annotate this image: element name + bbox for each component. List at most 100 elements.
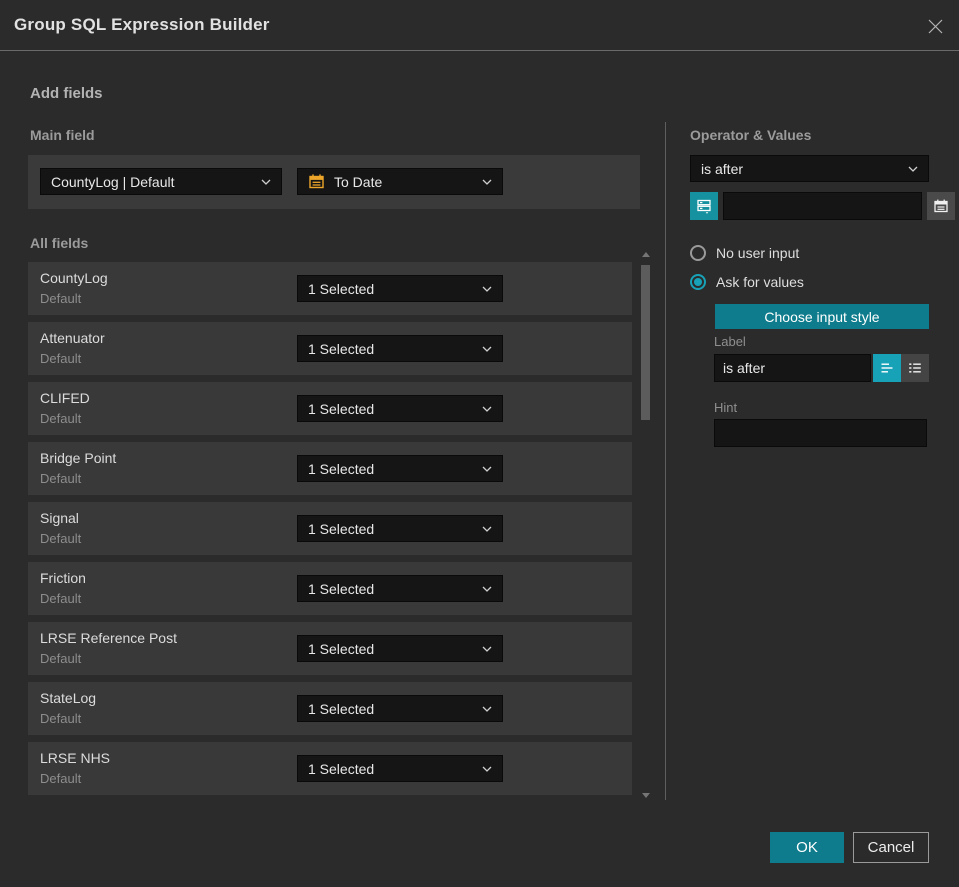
label-input-row xyxy=(714,354,929,382)
chevron-down-icon xyxy=(482,346,492,352)
field-selection-dropdown[interactable]: 1 Selected xyxy=(297,515,503,542)
field-subtitle: Default xyxy=(40,711,82,726)
field-subtitle: Default xyxy=(40,771,82,786)
field-subtitle: Default xyxy=(40,591,82,606)
scroll-up-arrow-icon[interactable] xyxy=(642,252,650,257)
panel-divider xyxy=(665,122,666,800)
chevron-down-icon xyxy=(482,466,492,472)
field-subtitle: Default xyxy=(40,351,82,366)
value-picker-button[interactable] xyxy=(690,192,718,220)
date-field-dropdown-value: To Date xyxy=(334,173,383,190)
align-left-icon xyxy=(881,363,893,373)
cancel-button[interactable]: Cancel xyxy=(853,832,929,863)
field-name: CLIFED xyxy=(40,390,90,406)
chevron-down-icon xyxy=(482,286,492,292)
field-selection-dropdown[interactable]: 1 Selected xyxy=(297,395,503,422)
field-subtitle: Default xyxy=(40,291,82,306)
all-fields-list: CountyLog Default 1 Selected Attenuator … xyxy=(28,262,632,795)
field-subtitle: Default xyxy=(40,471,82,486)
field-selection-dropdown[interactable]: 1 Selected xyxy=(297,635,503,662)
stacked-fields-icon xyxy=(697,199,711,214)
radio-unselected-icon[interactable] xyxy=(690,245,706,261)
field-name: CountyLog xyxy=(40,270,108,286)
field-row: Signal Default 1 Selected xyxy=(28,502,632,555)
field-selection-value: 1 Selected xyxy=(308,280,375,297)
input-style-list-toggle[interactable] xyxy=(901,354,929,382)
label-input[interactable] xyxy=(714,354,871,382)
choose-input-style-button[interactable]: Choose input style xyxy=(715,304,929,329)
radio-ask-for-values[interactable]: Ask for values xyxy=(690,274,804,290)
field-selection-value: 1 Selected xyxy=(308,580,375,597)
scroll-down-arrow-icon[interactable] xyxy=(642,793,650,798)
field-selection-dropdown[interactable]: 1 Selected xyxy=(297,695,503,722)
all-fields-label: All fields xyxy=(30,235,89,251)
field-name: Friction xyxy=(40,570,86,586)
main-field-dropdown-value: CountyLog | Default xyxy=(51,173,175,190)
field-row: LRSE Reference Post Default 1 Selected xyxy=(28,622,632,675)
field-name: Signal xyxy=(40,510,79,526)
main-field-dropdown[interactable]: CountyLog | Default xyxy=(40,168,282,195)
chevron-down-icon xyxy=(482,646,492,652)
field-subtitle: Default xyxy=(40,531,82,546)
hint-caption: Hint xyxy=(714,400,738,415)
field-row: StateLog Default 1 Selected xyxy=(28,682,632,735)
add-fields-heading: Add fields xyxy=(30,85,103,102)
field-row: LRSE NHS Default 1 Selected xyxy=(28,742,632,795)
chevron-down-icon xyxy=(261,179,271,185)
field-row: Friction Default 1 Selected xyxy=(28,562,632,615)
ok-button[interactable]: OK xyxy=(770,832,844,863)
field-selection-value: 1 Selected xyxy=(308,400,375,417)
chevron-down-icon xyxy=(908,166,918,172)
operator-dropdown[interactable]: is after xyxy=(690,155,929,182)
scrollbar-thumb[interactable] xyxy=(641,265,650,420)
value-input[interactable] xyxy=(723,192,922,220)
radio-no-user-input-label: No user input xyxy=(716,245,800,261)
field-name: Bridge Point xyxy=(40,450,117,466)
main-field-label: Main field xyxy=(30,127,95,143)
chevron-down-icon xyxy=(482,586,492,592)
radio-ask-for-values-label: Ask for values xyxy=(716,274,804,290)
radio-selected-icon[interactable] xyxy=(690,274,706,290)
operator-values-heading: Operator & Values xyxy=(690,127,812,143)
date-field-dropdown[interactable]: To Date xyxy=(297,168,503,195)
field-selection-dropdown[interactable]: 1 Selected xyxy=(297,275,503,302)
field-selection-value: 1 Selected xyxy=(308,760,375,777)
field-subtitle: Default xyxy=(40,411,82,426)
chevron-down-icon xyxy=(482,766,492,772)
hint-input[interactable] xyxy=(714,419,927,447)
chevron-down-icon xyxy=(482,179,492,185)
dialog-title: Group SQL Expression Builder xyxy=(14,15,270,34)
field-selection-value: 1 Selected xyxy=(308,460,375,477)
field-selection-dropdown[interactable]: 1 Selected xyxy=(297,335,503,362)
field-selection-value: 1 Selected xyxy=(308,700,375,717)
field-row: CountyLog Default 1 Selected xyxy=(28,262,632,315)
close-button[interactable] xyxy=(923,14,947,38)
field-selection-dropdown[interactable]: 1 Selected xyxy=(297,455,503,482)
operator-dropdown-value: is after xyxy=(701,160,744,177)
calendar-icon xyxy=(934,199,948,213)
value-input-row xyxy=(690,192,955,220)
chevron-down-icon xyxy=(482,406,492,412)
field-name: StateLog xyxy=(40,690,97,706)
field-subtitle: Default xyxy=(40,651,82,666)
input-style-text-toggle[interactable] xyxy=(873,354,901,382)
calendar-icon xyxy=(308,173,325,190)
field-selection-dropdown[interactable]: 1 Selected xyxy=(297,575,503,602)
field-row: Attenuator Default 1 Selected xyxy=(28,322,632,375)
field-row: Bridge Point Default 1 Selected xyxy=(28,442,632,495)
label-caption: Label xyxy=(714,334,746,349)
field-selection-dropdown[interactable]: 1 Selected xyxy=(297,755,503,782)
radio-no-user-input[interactable]: No user input xyxy=(690,245,799,261)
field-row: CLIFED Default 1 Selected xyxy=(28,382,632,435)
field-selection-value: 1 Selected xyxy=(308,340,375,357)
field-name: LRSE NHS xyxy=(40,750,111,766)
list-scrollbar[interactable] xyxy=(641,250,651,800)
field-name: Attenuator xyxy=(40,330,105,346)
bullet-list-icon xyxy=(909,363,921,373)
date-picker-button[interactable] xyxy=(927,192,955,220)
chevron-down-icon xyxy=(482,526,492,532)
dialog-titlebar: Group SQL Expression Builder xyxy=(0,0,959,51)
chevron-down-icon xyxy=(482,706,492,712)
field-name: LRSE Reference Post xyxy=(40,630,177,646)
field-selection-value: 1 Selected xyxy=(308,520,375,537)
